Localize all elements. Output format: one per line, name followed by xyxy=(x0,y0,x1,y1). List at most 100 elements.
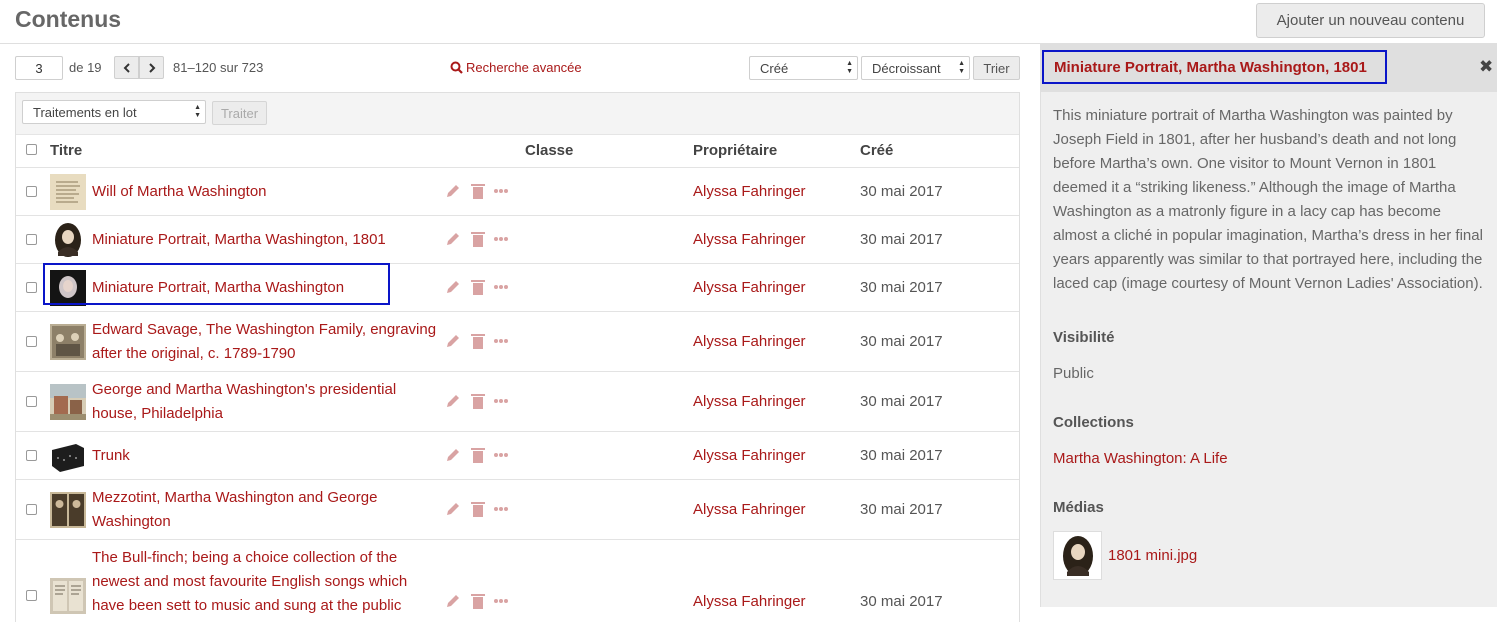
owner-link[interactable]: Alyssa Fahringer xyxy=(693,393,806,410)
item-title-link[interactable]: The Bull-finch; being a choice collectio… xyxy=(92,546,442,618)
pencil-icon[interactable] xyxy=(444,392,462,415)
item-thumbnail[interactable] xyxy=(50,222,86,258)
column-header-owner[interactable]: Propriétaire xyxy=(693,142,777,159)
item-thumbnail[interactable] xyxy=(50,492,86,528)
sort-by-select[interactable]: Créé ▲ ▼ xyxy=(749,56,858,80)
select-all-checkbox[interactable] xyxy=(26,144,37,155)
item-title-link[interactable]: Trunk xyxy=(92,444,442,468)
advanced-search-link[interactable]: Recherche avancée xyxy=(450,60,582,75)
row-checkbox[interactable] xyxy=(26,282,37,293)
trash-icon[interactable] xyxy=(470,446,486,469)
owner-link[interactable]: Alyssa Fahringer xyxy=(693,183,806,200)
item-title-link[interactable]: Will of Martha Washington xyxy=(92,180,442,204)
select-arrows-icon: ▲ ▼ xyxy=(846,60,853,75)
row-actions xyxy=(444,278,516,298)
pencil-icon[interactable] xyxy=(444,592,462,615)
created-date: 30 mai 2017 xyxy=(860,231,943,248)
item-title-link[interactable]: Miniature Portrait, Martha Washington, 1… xyxy=(92,228,442,252)
ellipsis-icon[interactable] xyxy=(493,446,509,469)
row-checkbox[interactable] xyxy=(26,234,37,245)
pencil-icon[interactable] xyxy=(444,332,462,355)
row-checkbox[interactable] xyxy=(26,504,37,515)
table-row: Edward Savage, The Washington Family, en… xyxy=(16,312,1019,372)
owner-link[interactable]: Alyssa Fahringer xyxy=(693,593,806,610)
page-total: de 19 xyxy=(69,60,102,75)
created-date: 30 mai 2017 xyxy=(860,593,943,610)
item-thumbnail[interactable] xyxy=(50,384,86,420)
created-date: 30 mai 2017 xyxy=(860,501,943,518)
trash-icon[interactable] xyxy=(470,278,486,301)
row-checkbox[interactable] xyxy=(26,186,37,197)
next-page-button[interactable] xyxy=(139,56,164,79)
item-title-link[interactable]: Edward Savage, The Washington Family, en… xyxy=(92,318,442,366)
visibility-value: Public xyxy=(1053,365,1094,382)
trash-icon[interactable] xyxy=(470,230,486,253)
trash-icon[interactable] xyxy=(470,392,486,415)
item-thumbnail[interactable] xyxy=(50,438,86,474)
item-thumbnail[interactable] xyxy=(50,174,86,210)
search-icon xyxy=(450,61,463,74)
pencil-icon[interactable] xyxy=(444,446,462,469)
advanced-search-label: Recherche avancée xyxy=(466,60,582,75)
row-checkbox[interactable] xyxy=(26,336,37,347)
items-table: Traitements en lot ▲ ▼ Traiter Titre Clas… xyxy=(15,92,1020,622)
row-actions xyxy=(444,392,516,412)
column-header-class[interactable]: Classe xyxy=(525,142,573,159)
created-date: 30 mai 2017 xyxy=(860,393,943,410)
ellipsis-icon[interactable] xyxy=(493,392,509,415)
owner-link[interactable]: Alyssa Fahringer xyxy=(693,501,806,518)
batch-actions-value: Traitements en lot xyxy=(33,104,137,120)
sidebar-header: Miniature Portrait, Martha Washington, 1… xyxy=(1041,44,1497,92)
table-row: Miniature Portrait, Martha Washington, 1… xyxy=(16,216,1019,264)
ellipsis-icon[interactable] xyxy=(493,230,509,253)
column-header-created[interactable]: Créé xyxy=(860,142,893,159)
owner-link[interactable]: Alyssa Fahringer xyxy=(693,231,806,248)
trash-icon[interactable] xyxy=(470,182,486,205)
ellipsis-icon[interactable] xyxy=(493,278,509,301)
ellipsis-icon[interactable] xyxy=(493,332,509,355)
item-title-link[interactable]: George and Martha Washington's president… xyxy=(92,378,442,426)
sort-order-select[interactable]: Décroissant ▲ ▼ xyxy=(861,56,970,80)
item-thumbnail[interactable] xyxy=(50,578,86,614)
owner-link[interactable]: Alyssa Fahringer xyxy=(693,333,806,350)
row-actions xyxy=(444,182,516,202)
previous-page-button[interactable] xyxy=(114,56,139,79)
trash-icon[interactable] xyxy=(470,592,486,615)
select-arrows-icon: ▲ ▼ xyxy=(194,104,201,119)
sort-by-value: Créé xyxy=(760,60,789,76)
owner-link[interactable]: Alyssa Fahringer xyxy=(693,279,806,296)
page-number-input[interactable] xyxy=(15,56,63,80)
collection-link[interactable]: Martha Washington: A Life xyxy=(1053,450,1228,467)
ellipsis-icon[interactable] xyxy=(493,182,509,205)
row-checkbox[interactable] xyxy=(26,450,37,461)
table-row: George and Martha Washington's president… xyxy=(16,372,1019,432)
item-thumbnail[interactable] xyxy=(50,324,86,360)
trash-icon[interactable] xyxy=(470,500,486,523)
pencil-icon[interactable] xyxy=(444,500,462,523)
row-checkbox[interactable] xyxy=(26,590,37,601)
row-checkbox[interactable] xyxy=(26,396,37,407)
table-row: Mezzotint, Martha Washington and George … xyxy=(16,480,1019,540)
pencil-icon[interactable] xyxy=(444,278,462,301)
add-new-item-button[interactable]: Ajouter un nouveau contenu xyxy=(1256,3,1485,38)
item-title-link[interactable]: Mezzotint, Martha Washington and George … xyxy=(92,486,442,534)
table-row: Trunk Alyssa Fahringer 30 mai 2017 xyxy=(16,432,1019,480)
sidebar-title-link[interactable]: Miniature Portrait, Martha Washington, 1… xyxy=(1042,50,1387,84)
pencil-icon[interactable] xyxy=(444,182,462,205)
pencil-icon[interactable] xyxy=(444,230,462,253)
ellipsis-icon[interactable] xyxy=(493,592,509,615)
ellipsis-icon[interactable] xyxy=(493,500,509,523)
media-thumbnail[interactable] xyxy=(1053,531,1102,580)
column-header-title[interactable]: Titre xyxy=(50,142,82,159)
page-header: Contenus Ajouter un nouveau contenu xyxy=(0,0,1497,44)
owner-link[interactable]: Alyssa Fahringer xyxy=(693,447,806,464)
media-file-link[interactable]: 1801 mini.jpg xyxy=(1108,547,1197,564)
trash-icon[interactable] xyxy=(470,332,486,355)
row-actions xyxy=(444,230,516,250)
created-date: 30 mai 2017 xyxy=(860,183,943,200)
table-row: The Bull-finch; being a choice collectio… xyxy=(16,540,1019,630)
batch-actions-select[interactable]: Traitements en lot ▲ ▼ xyxy=(22,100,206,124)
close-icon[interactable]: ✖ xyxy=(1479,57,1493,77)
batch-process-button[interactable]: Traiter xyxy=(212,101,267,125)
sort-button[interactable]: Trier xyxy=(973,56,1020,80)
